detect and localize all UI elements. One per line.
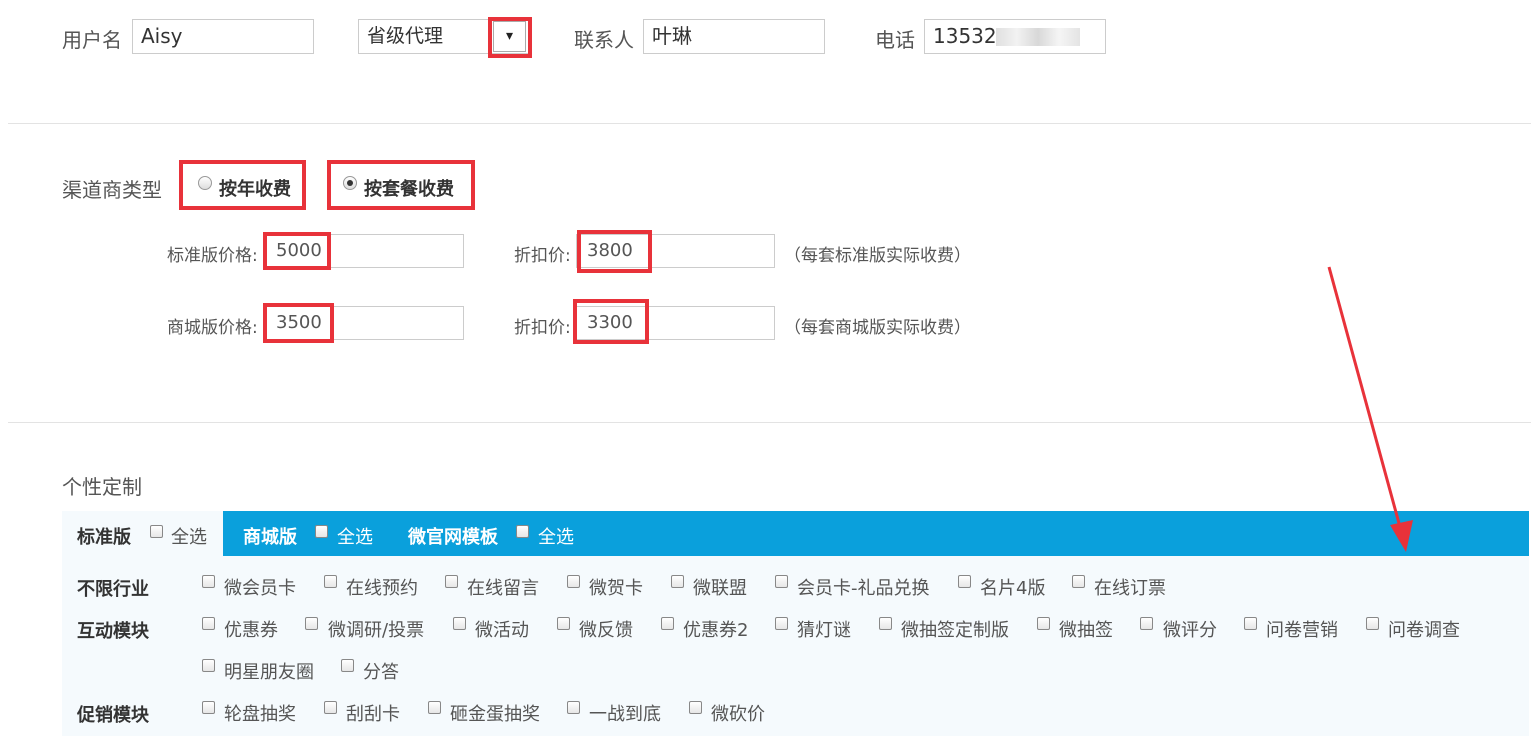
phone-redaction xyxy=(996,28,1080,46)
module-checkbox[interactable] xyxy=(557,617,570,630)
highlight-box xyxy=(327,160,475,210)
group-title-interactive: 互动模块 xyxy=(77,621,149,642)
module-checkbox[interactable] xyxy=(1037,617,1050,630)
mall-price-label: 商城版价格: xyxy=(167,318,258,338)
highlight-box xyxy=(263,232,331,270)
module-checkbox[interactable] xyxy=(775,617,788,630)
module-checkbox[interactable] xyxy=(202,659,215,672)
module-label: 问卷营销 xyxy=(1266,620,1338,641)
module-checkbox[interactable] xyxy=(1244,617,1257,630)
module-label: 微贺卡 xyxy=(589,578,643,599)
module-checkbox[interactable] xyxy=(661,617,674,630)
module-label: 分答 xyxy=(363,662,399,683)
module-label: 在线预约 xyxy=(346,578,418,599)
module-checkbox[interactable] xyxy=(1072,575,1085,588)
module-checkbox[interactable] xyxy=(324,701,337,714)
standard-price-label: 标准版价格: xyxy=(167,246,258,266)
module-checkbox[interactable] xyxy=(341,659,354,672)
username-input[interactable]: Aisy xyxy=(132,19,314,54)
module-label: 名片4版 xyxy=(980,578,1046,599)
divider xyxy=(8,123,1531,124)
module-label: 微会员卡 xyxy=(224,578,296,599)
username-label: 用户名 xyxy=(62,28,122,52)
group-title-promotion: 促销模块 xyxy=(77,705,149,726)
module-label: 问卷调查 xyxy=(1388,620,1460,641)
custom-section-title: 个性定制 xyxy=(62,475,142,499)
module-label: 在线订票 xyxy=(1094,578,1166,599)
module-checkbox[interactable] xyxy=(445,575,458,588)
module-label: 刮刮卡 xyxy=(346,704,400,725)
tab-micro-site-template[interactable]: 微官网模板 xyxy=(408,523,498,549)
level-select-value: 省级代理 xyxy=(367,25,444,47)
module-checkbox[interactable] xyxy=(958,575,971,588)
select-all-template-label: 全选 xyxy=(538,527,574,548)
module-checkbox[interactable] xyxy=(775,575,788,588)
select-all-standard-label: 全选 xyxy=(171,527,207,548)
highlight-box xyxy=(179,160,306,210)
module-checkbox[interactable] xyxy=(879,617,892,630)
module-label: 微抽签 xyxy=(1059,620,1113,641)
module-checkbox[interactable] xyxy=(202,575,215,588)
contact-label: 联系人 xyxy=(574,28,634,52)
phone-value: 13532 xyxy=(933,24,997,48)
module-label: 优惠券2 xyxy=(683,620,749,641)
module-checkbox[interactable] xyxy=(567,575,580,588)
module-label: 一战到底 xyxy=(589,704,661,725)
module-checkbox[interactable] xyxy=(305,617,318,630)
module-checkbox[interactable] xyxy=(689,701,702,714)
group-title-all-industries: 不限行业 xyxy=(77,579,149,600)
standard-note: （每套标准版实际收费） xyxy=(784,246,971,266)
module-label: 优惠券 xyxy=(224,620,278,641)
module-label: 砸金蛋抽奖 xyxy=(450,704,540,725)
module-checkbox[interactable] xyxy=(202,701,215,714)
tab-mall[interactable]: 商城版 xyxy=(243,523,297,549)
highlight-box xyxy=(263,303,334,343)
module-checkbox[interactable] xyxy=(567,701,580,714)
module-label: 轮盘抽奖 xyxy=(224,704,296,725)
module-label: 微联盟 xyxy=(693,578,747,599)
module-checkbox[interactable] xyxy=(324,575,337,588)
module-checkbox[interactable] xyxy=(1140,617,1153,630)
module-label: 微调研/投票 xyxy=(328,620,425,641)
contact-input[interactable]: 叶琳 xyxy=(643,19,825,54)
module-label: 会员卡-礼品兑换 xyxy=(797,578,930,599)
highlight-box xyxy=(573,299,649,344)
module-checkbox[interactable] xyxy=(202,617,215,630)
highlight-box xyxy=(577,230,652,273)
standard-discount-label: 折扣价: xyxy=(514,246,571,266)
select-all-template-checkbox[interactable] xyxy=(516,525,529,538)
module-label: 猜灯谜 xyxy=(797,620,851,641)
mall-discount-label: 折扣价: xyxy=(514,318,571,338)
module-label: 明星朋友圈 xyxy=(224,662,314,683)
highlight-box xyxy=(488,17,532,58)
select-all-mall-label: 全选 xyxy=(337,527,373,548)
module-label: 微抽签定制版 xyxy=(901,620,1009,641)
module-label: 微活动 xyxy=(475,620,529,641)
module-checkbox[interactable] xyxy=(1366,617,1379,630)
phone-label: 电话 xyxy=(875,28,915,52)
mall-note: （每套商城版实际收费） xyxy=(784,318,971,338)
module-checkbox[interactable] xyxy=(453,617,466,630)
module-checkbox[interactable] xyxy=(671,575,684,588)
module-label: 微反馈 xyxy=(579,620,633,641)
module-label: 微砍价 xyxy=(711,704,765,725)
tab-standard[interactable]: 标准版 xyxy=(77,523,131,549)
module-checkbox[interactable] xyxy=(428,701,441,714)
annotation-arrow-icon xyxy=(1327,266,1413,552)
select-all-mall-checkbox[interactable] xyxy=(315,525,328,538)
channel-type-label: 渠道商类型 xyxy=(62,178,162,202)
module-label: 在线留言 xyxy=(467,578,539,599)
module-label: 微评分 xyxy=(1163,620,1217,641)
select-all-standard-checkbox[interactable] xyxy=(150,525,163,538)
